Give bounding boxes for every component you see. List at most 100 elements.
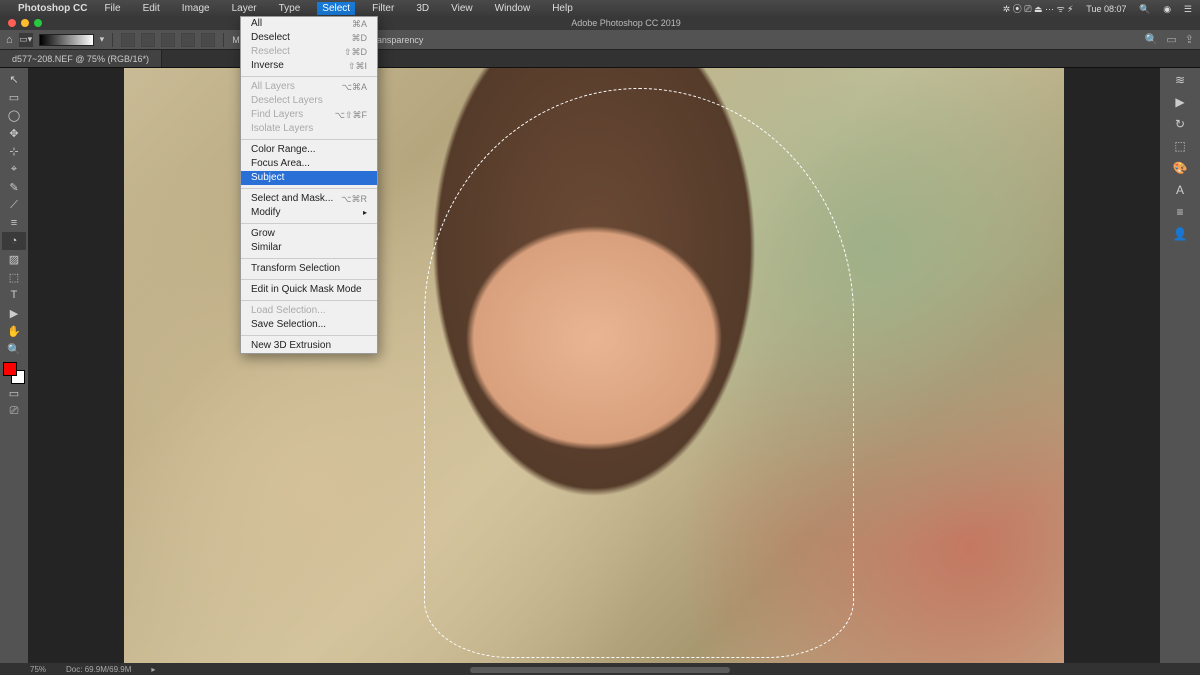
notifications-icon[interactable]: ☰ xyxy=(1184,4,1192,14)
menu-item-new-3d-extrusion[interactable]: New 3D Extrusion xyxy=(241,339,377,353)
zoom-level[interactable]: 75% xyxy=(30,665,46,674)
menu-item-isolate-layers: Isolate Layers xyxy=(241,122,377,136)
menu-item-deselect[interactable]: Deselect⌘D xyxy=(241,31,377,45)
options-bar: ⌂ ▭▾ ▾ Mode: Reverse Dither Transparency… xyxy=(0,30,1200,50)
menubar-status: ✲ ⦿ ⎚ ⏏ ⋯ ᯤ ⚡︎ Tue 08:07 🔍 ◉ ☰ xyxy=(993,2,1192,15)
menu-item-all[interactable]: All⌘A xyxy=(241,17,377,31)
menu-image[interactable]: Image xyxy=(177,2,215,15)
canvas-area[interactable] xyxy=(28,68,1160,663)
tool-marquee[interactable]: ▭ xyxy=(2,88,26,106)
menu-item-deselect-layers: Deselect Layers xyxy=(241,94,377,108)
menu-item-load-selection: Load Selection... xyxy=(241,304,377,318)
menu-item-grow[interactable]: Grow xyxy=(241,227,377,241)
menu-select[interactable]: Select xyxy=(317,2,355,15)
document-tab[interactable]: d577~208.NEF @ 75% (RGB/16*) xyxy=(0,50,162,67)
menu-item-color-range[interactable]: Color Range... xyxy=(241,143,377,157)
gradient-radial[interactable] xyxy=(141,33,155,47)
gradient-picker-chevron[interactable]: ▾ xyxy=(100,34,105,45)
panel-libraries-icon[interactable]: 👤 xyxy=(1170,226,1190,242)
menu-item-edit-in-quick-mask-mode[interactable]: Edit in Quick Mask Mode xyxy=(241,283,377,297)
menu-window[interactable]: Window xyxy=(490,2,536,15)
right-panels-collapsed: ≋ ▶ ↻ ⬚ 🎨 A ≡ 👤 xyxy=(1160,68,1200,663)
menu-separator xyxy=(241,279,377,280)
doc-menu-chevron[interactable]: ▸ xyxy=(151,665,155,674)
tool-gradient[interactable]: ◔ xyxy=(2,232,26,250)
panel-actions-icon[interactable]: ▶ xyxy=(1170,94,1190,110)
app-name[interactable]: Photoshop CC xyxy=(18,3,87,14)
workspace-icon[interactable]: ▭ xyxy=(1166,33,1176,46)
tool-clone[interactable]: ⟋ xyxy=(2,196,26,214)
panel-properties-icon[interactable]: ≡ xyxy=(1170,204,1190,220)
gradient-preview[interactable] xyxy=(39,34,94,46)
tool-path[interactable]: ▶ xyxy=(2,304,26,322)
tool-lasso[interactable]: ◯ xyxy=(2,106,26,124)
share-icon[interactable]: ⇪ xyxy=(1185,33,1194,46)
menu-item-reselect: Reselect⇧⌘D xyxy=(241,45,377,59)
window-titlebar: Adobe Photoshop CC 2019 xyxy=(0,16,1200,30)
selection-outline xyxy=(424,88,854,658)
document-tabbar: d577~208.NEF @ 75% (RGB/16*) xyxy=(0,50,1200,68)
menu-item-find-layers: Find Layers⌥⇧⌘F xyxy=(241,108,377,122)
panel-adjustments-icon[interactable]: ↻ xyxy=(1170,116,1190,132)
foreground-color[interactable] xyxy=(3,362,17,376)
menu-item-save-selection[interactable]: Save Selection... xyxy=(241,318,377,332)
tool-move[interactable]: ↖ xyxy=(2,70,26,88)
search-docs-icon[interactable]: 🔍 xyxy=(1145,33,1159,46)
tool-pen[interactable]: ⬚ xyxy=(2,268,26,286)
menu-separator xyxy=(241,188,377,189)
maximize-button[interactable] xyxy=(34,19,42,27)
tool-eyedropper[interactable]: ⌖ xyxy=(2,160,26,178)
menu-item-modify[interactable]: Modify xyxy=(241,206,377,220)
tool-zoom[interactable]: 🔍 xyxy=(2,340,26,358)
siri-icon[interactable]: ◉ xyxy=(1163,4,1171,14)
tool-dodge[interactable]: ▨ xyxy=(2,250,26,268)
menu-item-inverse[interactable]: Inverse⇧⌘I xyxy=(241,59,377,73)
menu-3d[interactable]: 3D xyxy=(411,2,434,15)
gradient-diamond[interactable] xyxy=(201,33,215,47)
panel-layers-icon[interactable]: ⬚ xyxy=(1170,138,1190,154)
panel-history-icon[interactable]: ≋ xyxy=(1170,72,1190,88)
tool-brush[interactable]: ✎ xyxy=(2,178,26,196)
tool-eraser[interactable]: ≡ xyxy=(2,214,26,232)
menu-view[interactable]: View xyxy=(446,2,478,15)
tool-hand[interactable]: ✋ xyxy=(2,322,26,340)
panel-color-icon[interactable]: 🎨 xyxy=(1170,160,1190,176)
menu-edit[interactable]: Edit xyxy=(138,2,165,15)
menu-separator xyxy=(241,76,377,77)
screenmode-toggle[interactable]: ⎚ xyxy=(2,402,26,420)
tool-wand[interactable]: ✥ xyxy=(2,124,26,142)
menu-separator xyxy=(241,335,377,336)
gradient-angle[interactable] xyxy=(161,33,175,47)
menu-item-select-and-mask[interactable]: Select and Mask...⌥⌘R xyxy=(241,192,377,206)
doc-size[interactable]: Doc: 69.9M/69.9M xyxy=(66,665,131,674)
tab-label: d577~208.NEF @ 75% (RGB/16*) xyxy=(12,54,149,64)
menu-file[interactable]: File xyxy=(99,2,125,15)
minimize-button[interactable] xyxy=(21,19,29,27)
menu-type[interactable]: Type xyxy=(274,2,306,15)
home-icon[interactable]: ⌂ xyxy=(6,34,13,46)
tools-panel: ↖ ▭ ◯ ✥ ⊹ ⌖ ✎ ⟋ ≡ ◔ ▨ ⬚ T ▶ ✋ 🔍 ▭ ⎚ xyxy=(0,68,28,663)
menu-item-similar[interactable]: Similar xyxy=(241,241,377,255)
menu-item-transform-selection[interactable]: Transform Selection xyxy=(241,262,377,276)
menu-filter[interactable]: Filter xyxy=(367,2,399,15)
menu-item-subject[interactable]: Subject xyxy=(241,171,377,185)
tool-preset[interactable]: ▭▾ xyxy=(19,33,33,47)
tool-type[interactable]: T xyxy=(2,286,26,304)
color-swatches[interactable] xyxy=(3,362,25,384)
quickmask-toggle[interactable]: ▭ xyxy=(2,384,26,402)
gradient-reflected[interactable] xyxy=(181,33,195,47)
tool-crop[interactable]: ⊹ xyxy=(2,142,26,160)
horizontal-scrollbar-thumb[interactable] xyxy=(470,667,730,673)
panel-character-icon[interactable]: A xyxy=(1170,182,1190,198)
menu-separator xyxy=(241,139,377,140)
close-button[interactable] xyxy=(8,19,16,27)
menu-help[interactable]: Help xyxy=(547,2,578,15)
select-menu-dropdown: All⌘ADeselect⌘DReselect⇧⌘DInverse⇧⌘IAll … xyxy=(240,16,378,354)
menu-separator xyxy=(241,300,377,301)
search-icon[interactable]: 🔍 xyxy=(1139,4,1150,14)
menu-item-focus-area[interactable]: Focus Area... xyxy=(241,157,377,171)
menu-layer[interactable]: Layer xyxy=(227,2,262,15)
gradient-linear[interactable] xyxy=(121,33,135,47)
menu-separator xyxy=(241,258,377,259)
clock[interactable]: Tue 08:07 xyxy=(1086,4,1126,14)
